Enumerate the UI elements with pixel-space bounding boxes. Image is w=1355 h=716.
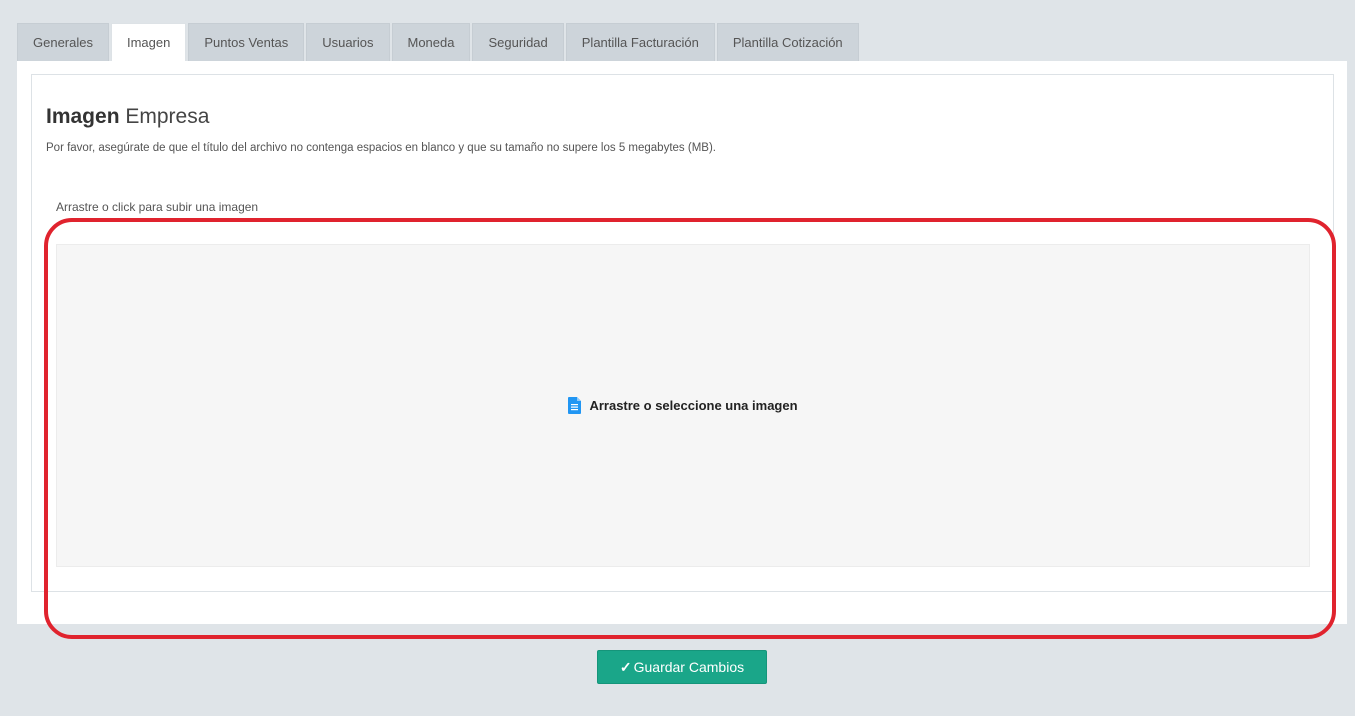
save-button[interactable]: ✓ Guardar Cambios [597,650,767,684]
tab-plantilla-facturacion[interactable]: Plantilla Facturación [565,23,715,61]
card-title-light: Empresa [125,105,210,128]
tab-usuarios[interactable]: Usuarios [306,23,390,61]
tab-moneda[interactable]: Moneda [391,23,471,61]
dropzone-text: Arrastre o seleccione una imagen [589,398,798,413]
tab-panel: Imagen Empresa Por favor, asegúrate de q… [17,61,1347,624]
file-icon [568,397,582,414]
image-card: Imagen Empresa Por favor, asegúrate de q… [31,74,1334,592]
tab-bar: Generales Imagen Puntos Ventas Usuarios … [17,23,861,61]
tab-generales[interactable]: Generales [17,23,109,61]
dropzone-content: Arrastre o seleccione una imagen [568,397,798,414]
card-title-strong: Imagen [46,105,120,128]
upload-label: Arrastre o click para subir una imagen [56,200,259,214]
tab-imagen[interactable]: Imagen [110,23,187,61]
save-button-label: Guardar Cambios [633,659,745,675]
card-description: Por favor, asegúrate de que el título de… [46,142,716,154]
tab-seguridad[interactable]: Seguridad [472,23,564,61]
image-dropzone[interactable]: Arrastre o seleccione una imagen [56,244,1310,567]
card-title: Imagen Empresa [46,105,209,129]
tab-plantilla-cotizacion[interactable]: Plantilla Cotización [716,23,859,61]
check-icon: ✓ [619,658,632,675]
tab-puntos-ventas[interactable]: Puntos Ventas [188,23,305,61]
